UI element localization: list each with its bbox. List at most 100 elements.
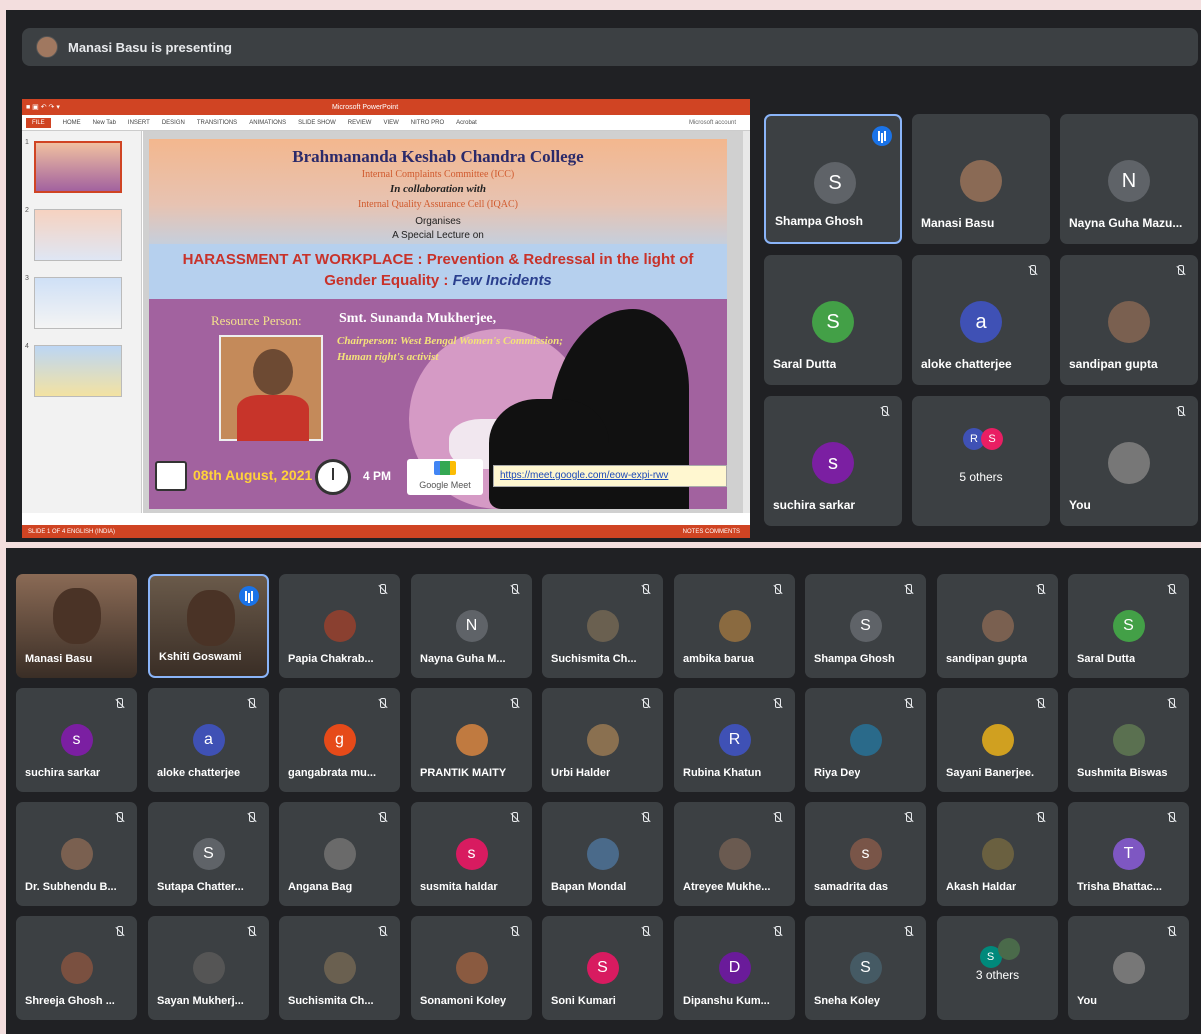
ppt-ribbon: FILE HOME New Tab INSERT DESIGN TRANSITIONS AN… bbox=[22, 115, 750, 131]
participant-tile-sandipan-gupta[interactable]: sandipan gupta bbox=[1060, 255, 1198, 385]
ribbon-tab-review[interactable]: REVIEW bbox=[348, 120, 372, 126]
ppt-status-right[interactable]: NOTES COMMENTS bbox=[683, 529, 750, 535]
participant-tile-akash-haldar[interactable]: Akash Haldar bbox=[937, 802, 1058, 906]
photo-head bbox=[253, 349, 293, 395]
avatar-photo bbox=[981, 724, 1014, 756]
participant-tile-nayna-guha-m[interactable]: N Nayna Guha M... bbox=[411, 574, 532, 678]
participant-tile-dipanshu-kum[interactable]: D Dipanshu Kum... bbox=[674, 916, 795, 1020]
participant-tile-ambika-barua[interactable]: ambika barua bbox=[674, 574, 795, 678]
mic-off-icon bbox=[902, 812, 914, 824]
participant-tile-dr-subhendu-b[interactable]: Dr. Subhendu B... bbox=[16, 802, 137, 906]
avatar-initial: S bbox=[849, 952, 882, 984]
participant-tile-sandipan-gupta[interactable]: sandipan gupta bbox=[937, 574, 1058, 678]
avatar-initial: g bbox=[323, 724, 356, 756]
avatar-photo bbox=[455, 952, 488, 984]
ribbon-tab-acrobat[interactable]: Acrobat bbox=[456, 120, 477, 126]
participant-tile-gangabrata-mu[interactable]: g gangabrata mu... bbox=[279, 688, 400, 792]
ribbon-tab-new-tab[interactable]: New Tab bbox=[93, 120, 116, 126]
participant-tile-nayna-guha-mazu[interactable]: N Nayna Guha Mazu... bbox=[1060, 114, 1198, 244]
avatar-photo bbox=[718, 610, 751, 642]
mic-off-icon bbox=[376, 584, 388, 596]
avatar-photo bbox=[323, 838, 356, 870]
avatar-initial: S bbox=[586, 952, 619, 984]
participant-tile-sushmita-biswas[interactable]: Sushmita Biswas bbox=[1068, 688, 1189, 792]
thumb-number: 1 bbox=[25, 139, 29, 146]
slide-thumb-2[interactable] bbox=[34, 209, 122, 261]
participant-tile-suchira-sarkar[interactable]: s suchira sarkar bbox=[16, 688, 137, 792]
participant-tile-3-others[interactable]: S3 others bbox=[937, 916, 1058, 1020]
meet-presentation-view: Manasi Basu is presenting ■ ▣ ↶ ↷ ▾ Micr… bbox=[6, 10, 1201, 542]
participant-tile-kshiti-goswami[interactable]: Kshiti Goswami bbox=[148, 574, 269, 678]
participant-tile-papia-chakrab[interactable]: Papia Chakrab... bbox=[279, 574, 400, 678]
mini-avatar: S bbox=[981, 428, 1003, 450]
participant-name: Papia Chakrab... bbox=[288, 653, 374, 665]
ribbon-tab-nitro-pro[interactable]: NITRO PRO bbox=[411, 120, 444, 126]
thumb-number: 3 bbox=[25, 275, 29, 282]
participant-tile-prantik-maity[interactable]: PRANTIK MAITY bbox=[411, 688, 532, 792]
participant-tile-saral-dutta[interactable]: S Saral Dutta bbox=[1068, 574, 1189, 678]
participant-name: susmita haldar bbox=[420, 881, 498, 893]
mic-off-icon bbox=[1026, 265, 1038, 277]
avatar-initial: a bbox=[192, 724, 225, 756]
participant-name: Saral Dutta bbox=[1077, 653, 1136, 665]
participant-tile-shreeja-ghosh[interactable]: Shreeja Ghosh ... bbox=[16, 916, 137, 1020]
participant-tile-susmita-haldar[interactable]: s susmita haldar bbox=[411, 802, 532, 906]
participant-tile-you[interactable]: You bbox=[1060, 396, 1198, 526]
mic-off-icon bbox=[508, 584, 520, 596]
participant-tile-sayani-banerjee[interactable]: Sayani Banerjee. bbox=[937, 688, 1058, 792]
mic-off-icon bbox=[1034, 698, 1046, 710]
ppt-status-left: SLIDE 1 OF 4 ENGLISH (INDIA) bbox=[28, 528, 116, 535]
ribbon-tab-slide-show[interactable]: SLIDE SHOW bbox=[298, 120, 336, 126]
participant-tile-rubina-khatun[interactable]: R Rubina Khatun bbox=[674, 688, 795, 792]
participant-name: Atreyee Mukhe... bbox=[683, 881, 771, 893]
participant-tile-sutapa-chatter[interactable]: S Sutapa Chatter... bbox=[148, 802, 269, 906]
participant-tile-soni-kumari[interactable]: S Soni Kumari bbox=[542, 916, 663, 1020]
participant-tile-riya-dey[interactable]: Riya Dey bbox=[805, 688, 926, 792]
participant-tile-samadrita-das[interactable]: s samadrita das bbox=[805, 802, 926, 906]
participant-tile-manasi-basu[interactable]: Manasi Basu bbox=[912, 114, 1050, 244]
participant-tile-aloke-chatterjee[interactable]: a aloke chatterjee bbox=[148, 688, 269, 792]
participant-tile-5-others[interactable]: RS 5 others bbox=[912, 396, 1050, 526]
ribbon-tab-file[interactable]: FILE bbox=[26, 117, 51, 128]
presenting-text: Manasi Basu is presenting bbox=[68, 39, 232, 55]
participant-tile-bapan-mondal[interactable]: Bapan Mondal bbox=[542, 802, 663, 906]
ribbon-tab-animations[interactable]: ANIMATIONS bbox=[249, 120, 286, 126]
mic-off-icon bbox=[1034, 584, 1046, 596]
slide-thumb-1[interactable] bbox=[34, 141, 122, 193]
participant-tile-suchismita-ch[interactable]: Suchismita Ch... bbox=[279, 916, 400, 1020]
participant-tile-shampa-ghosh[interactable]: S Shampa Ghosh bbox=[805, 574, 926, 678]
participant-tile-atreyee-mukhe[interactable]: Atreyee Mukhe... bbox=[674, 802, 795, 906]
ribbon-tab-home[interactable]: HOME bbox=[63, 120, 81, 126]
participant-tile-urbi-halder[interactable]: Urbi Halder bbox=[542, 688, 663, 792]
participant-name: suchira sarkar bbox=[25, 767, 101, 779]
ppt-vertical-scrollbar[interactable] bbox=[743, 131, 750, 513]
mic-off-icon bbox=[376, 698, 388, 710]
presenting-banner: Manasi Basu is presenting bbox=[22, 28, 1198, 66]
ribbon-tab-insert[interactable]: INSERT bbox=[128, 120, 150, 126]
participant-name: Shampa Ghosh bbox=[775, 214, 864, 228]
slide-headline-1: HARASSMENT AT WORKPLACE : Prevention & R… bbox=[182, 251, 694, 268]
participant-tile-angana-bag[interactable]: Angana Bag bbox=[279, 802, 400, 906]
ribbon-tab-design[interactable]: DESIGN bbox=[162, 120, 185, 126]
participant-tile-sonamoni-koley[interactable]: Sonamoni Koley bbox=[411, 916, 532, 1020]
meet-link[interactable]: https://meet.google.com/eow-expi-rwv bbox=[493, 465, 727, 487]
participant-name: gangabrata mu... bbox=[288, 767, 377, 779]
participant-tile-you[interactable]: You bbox=[1068, 916, 1189, 1020]
participant-tile-suchira-sarkar[interactable]: s suchira sarkar bbox=[764, 396, 902, 526]
participant-name: Sutapa Chatter... bbox=[157, 881, 244, 893]
ppt-quick-access[interactable]: ■ ▣ ↶ ↷ ▾ bbox=[22, 103, 272, 111]
participant-name: You bbox=[1077, 995, 1097, 1007]
participant-tile-suchismita-ch[interactable]: Suchismita Ch... bbox=[542, 574, 663, 678]
slide-thumb-4[interactable] bbox=[34, 345, 122, 397]
ribbon-tab-view[interactable]: VIEW bbox=[383, 120, 398, 126]
participant-tile-shampa-ghosh[interactable]: S Shampa Ghosh bbox=[764, 114, 902, 244]
participant-tile-sneha-koley[interactable]: S Sneha Koley bbox=[805, 916, 926, 1020]
participant-tile-manasi-basu[interactable]: Manasi Basu bbox=[16, 574, 137, 678]
ribbon-tab-transitions[interactable]: TRANSITIONS bbox=[197, 120, 237, 126]
ppt-account[interactable]: Microsoft account bbox=[689, 120, 750, 126]
participant-tile-saral-dutta[interactable]: S Saral Dutta bbox=[764, 255, 902, 385]
participant-tile-sayan-mukherj[interactable]: Sayan Mukherj... bbox=[148, 916, 269, 1020]
participant-tile-trisha-bhattac[interactable]: T Trisha Bhattac... bbox=[1068, 802, 1189, 906]
participant-tile-aloke-chatterjee[interactable]: a aloke chatterjee bbox=[912, 255, 1050, 385]
slide-thumb-3[interactable] bbox=[34, 277, 122, 329]
